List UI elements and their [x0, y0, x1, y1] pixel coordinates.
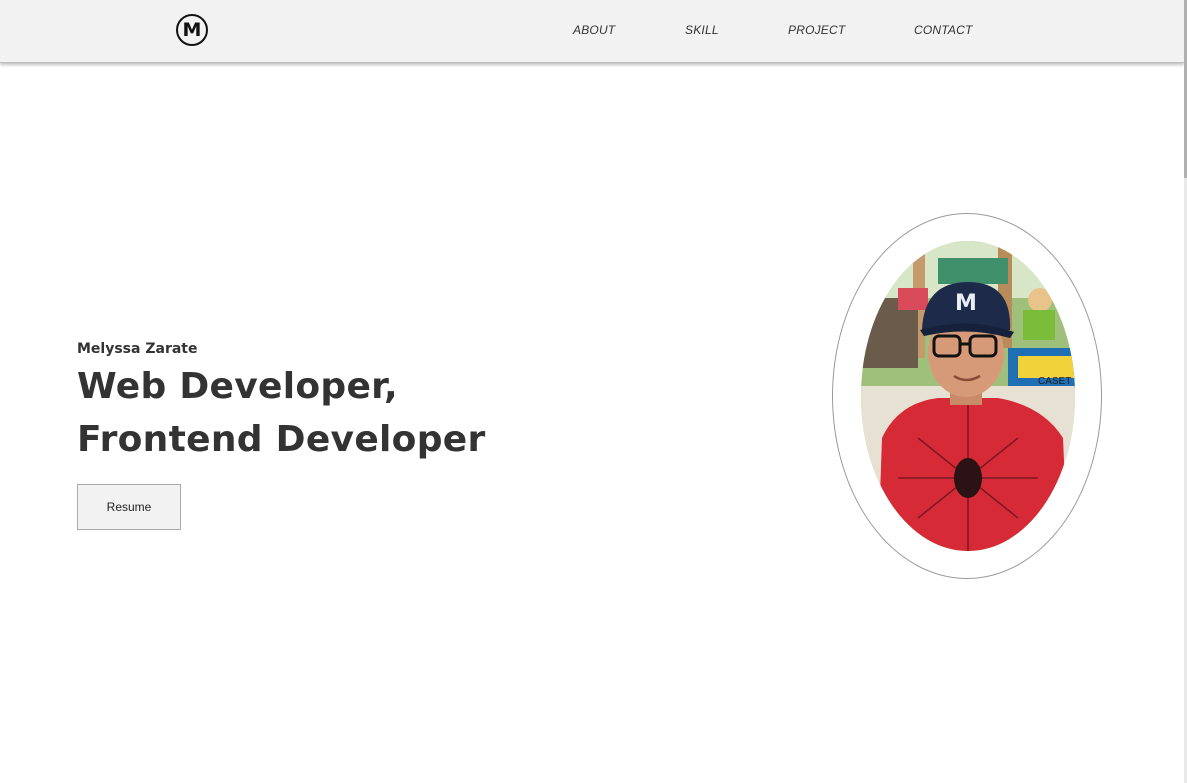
developer-name: Melyssa Zarate — [77, 341, 198, 357]
background-sign-text: CASET — [1038, 376, 1071, 387]
nav-link-project[interactable]: PROJECT — [788, 23, 845, 37]
hero-title-line-2: Frontend Developer — [77, 419, 486, 460]
resume-button[interactable]: Resume — [77, 484, 181, 530]
cap-logo-text: M — [955, 291, 977, 316]
nav-link-about[interactable]: ABOUT — [573, 23, 615, 37]
top-navbar: M ABOUT SKILL PROJECT CONTACT — [0, 0, 1184, 63]
nav-link-contact[interactable]: CONTACT — [914, 23, 973, 37]
hero-title-line-1: Web Developer, — [77, 366, 398, 407]
nav-link-skill[interactable]: SKILL — [685, 23, 719, 37]
logo-m-icon[interactable]: M — [176, 14, 208, 46]
profile-photo: CASET M — [861, 241, 1075, 551]
